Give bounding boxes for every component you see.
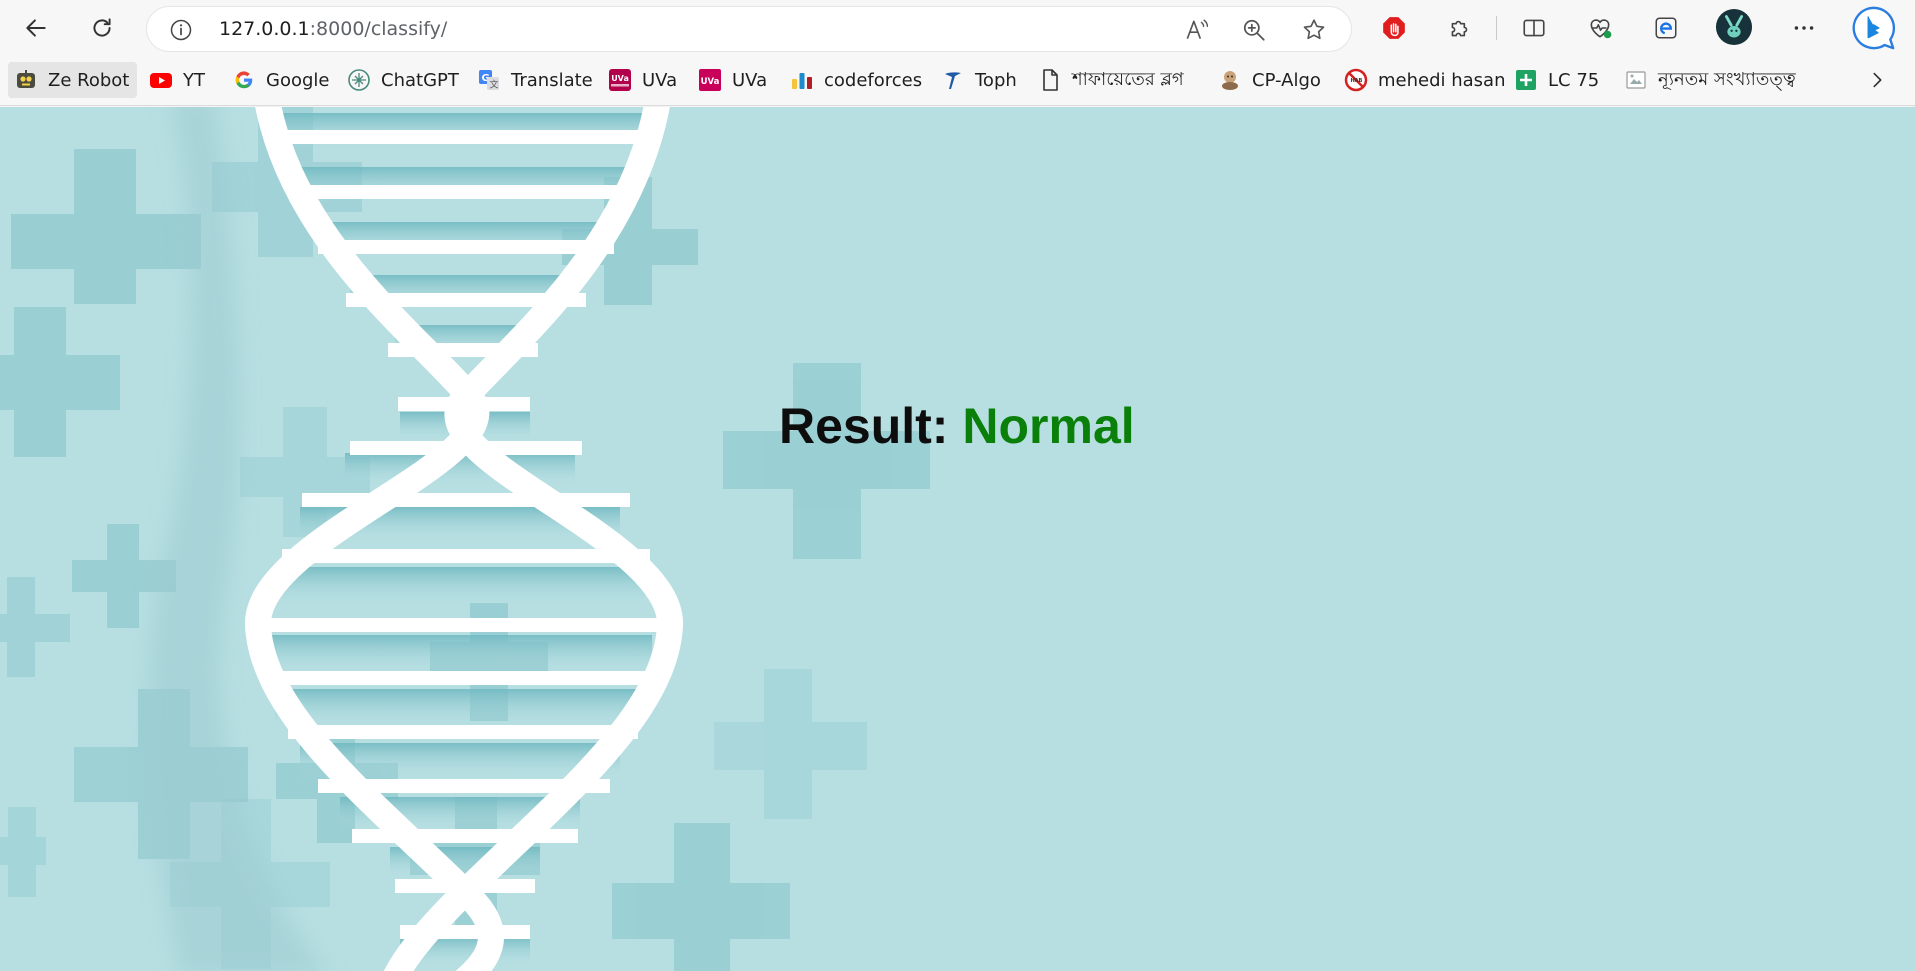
reload-icon (93, 18, 111, 37)
bookmark-label: Ze Robot (48, 69, 130, 91)
bookmarks-bar: Ze Robot YT Google ChatGPT G文 Translate … (0, 56, 1915, 106)
puzzle-icon (1451, 20, 1468, 37)
bookmark-codeforces[interactable]: codeforces (784, 62, 930, 98)
bookmark-lc75[interactable]: LC 75 (1508, 62, 1607, 98)
robot-icon (14, 68, 38, 92)
ie-mode-button[interactable] (1646, 8, 1686, 48)
page-content: Result: Normal (0, 107, 1915, 971)
stop-hand-icon (1383, 17, 1405, 39)
bookmark-label: Toph (975, 69, 1017, 91)
document-icon (1038, 68, 1062, 92)
uva-icon: UVa (698, 68, 722, 92)
result-heading: Result: Normal (779, 397, 1135, 455)
svg-text:文: 文 (490, 79, 499, 91)
result-value: Normal (962, 398, 1135, 454)
bookmark-yt[interactable]: YT (143, 62, 213, 98)
url-host: 127.0.0.1 (219, 18, 310, 40)
bookmark-label: Google (266, 69, 330, 91)
bookmark-label: UVa (642, 69, 678, 91)
bookmark-ze-robot[interactable]: Ze Robot (8, 62, 138, 98)
uva-hunting-icon: UVa (608, 68, 632, 92)
svg-text:HAB: HAB (1351, 78, 1363, 84)
bookmark-label: Translate (511, 69, 593, 91)
dna-background-art (0, 107, 930, 971)
bookmark-translate[interactable]: G文 Translate (471, 62, 601, 98)
bookmark-label: ChatGPT (381, 69, 459, 91)
profile-button[interactable] (1714, 7, 1754, 47)
info-icon[interactable] (169, 18, 193, 42)
extensions-button[interactable] (1440, 8, 1480, 48)
back-arrow-icon (26, 19, 46, 37)
address-bar[interactable]: 127.0.0.1:8000/classify/ (146, 6, 1352, 52)
cp-algo-icon (1218, 68, 1242, 92)
heart-pulse-icon (1590, 19, 1612, 39)
svg-text:UVa: UVa (611, 74, 629, 83)
bookmarks-overflow-button[interactable] (1864, 62, 1890, 98)
bookmark-label: শাফায়েতের ব্লগ (1072, 68, 1184, 90)
toph-icon (941, 68, 965, 92)
ie-icon (1655, 17, 1677, 39)
copilot-icon (1852, 6, 1896, 50)
bookmark-toph[interactable]: Toph (935, 62, 1025, 98)
bookmark-label: UVa (732, 69, 768, 91)
google-icon (232, 68, 256, 92)
image-icon (1624, 68, 1648, 92)
chatgpt-icon (347, 68, 371, 92)
bookmark-label: mehedi hasan (1378, 69, 1506, 91)
bookmark-label: codeforces (824, 69, 923, 91)
url-path: :8000/classify/ (309, 18, 448, 40)
chevron-right-icon (1873, 72, 1882, 88)
url-text[interactable]: 127.0.0.1:8000/classify/ (219, 18, 447, 40)
bookmark-label: CP-Algo (1252, 69, 1321, 91)
browser-toolbar: 127.0.0.1:8000/classify/ (0, 0, 1915, 56)
bookmark-shafaet-blog[interactable]: শাফায়েতের ব্লগ (1032, 62, 1192, 98)
zoom-icon[interactable] (1241, 17, 1267, 43)
bookmark-label: YT (183, 69, 205, 91)
result-label: Result: (779, 398, 949, 454)
reload-button[interactable] (82, 8, 122, 48)
bookmark-cp-algo[interactable]: CP-Algo (1212, 62, 1329, 98)
bookmark-chatgpt[interactable]: ChatGPT (341, 62, 467, 98)
copilot-button[interactable] (1850, 4, 1898, 52)
no-sign-icon: HAB (1344, 68, 1368, 92)
bookmark-mehedi-hasan[interactable]: HAB mehedi hasan (1338, 62, 1514, 98)
more-button[interactable] (1784, 8, 1824, 48)
adblock-button[interactable] (1374, 8, 1414, 48)
back-button[interactable] (16, 8, 56, 48)
split-screen-icon (1523, 19, 1545, 37)
bookmark-uva-hunting[interactable]: UVa UVa (602, 62, 685, 98)
split-screen-button[interactable] (1514, 8, 1554, 48)
bookmark-uva[interactable]: UVa UVa (692, 62, 775, 98)
bookmark-label: LC 75 (1548, 69, 1600, 91)
more-icon (1794, 26, 1814, 30)
bookmark-label: ন্যূনতম সংখ্যাতত্ত্ব (1658, 68, 1796, 90)
browser-essentials-button[interactable] (1580, 8, 1620, 48)
read-aloud-icon[interactable] (1183, 17, 1209, 43)
bookmark-google[interactable]: Google (226, 62, 337, 98)
svg-text:UVa: UVa (701, 77, 720, 87)
youtube-icon (149, 68, 173, 92)
plus-sheet-icon (1514, 68, 1538, 92)
avatar (1715, 8, 1753, 46)
translate-icon: G文 (477, 68, 501, 92)
star-icon[interactable] (1301, 17, 1327, 43)
bookmark-number-theory[interactable]: ন্যূনতম সংখ্যাতত্ত্ব (1618, 62, 1804, 98)
codeforces-icon (790, 68, 814, 92)
toolbar-separator (1496, 16, 1497, 40)
